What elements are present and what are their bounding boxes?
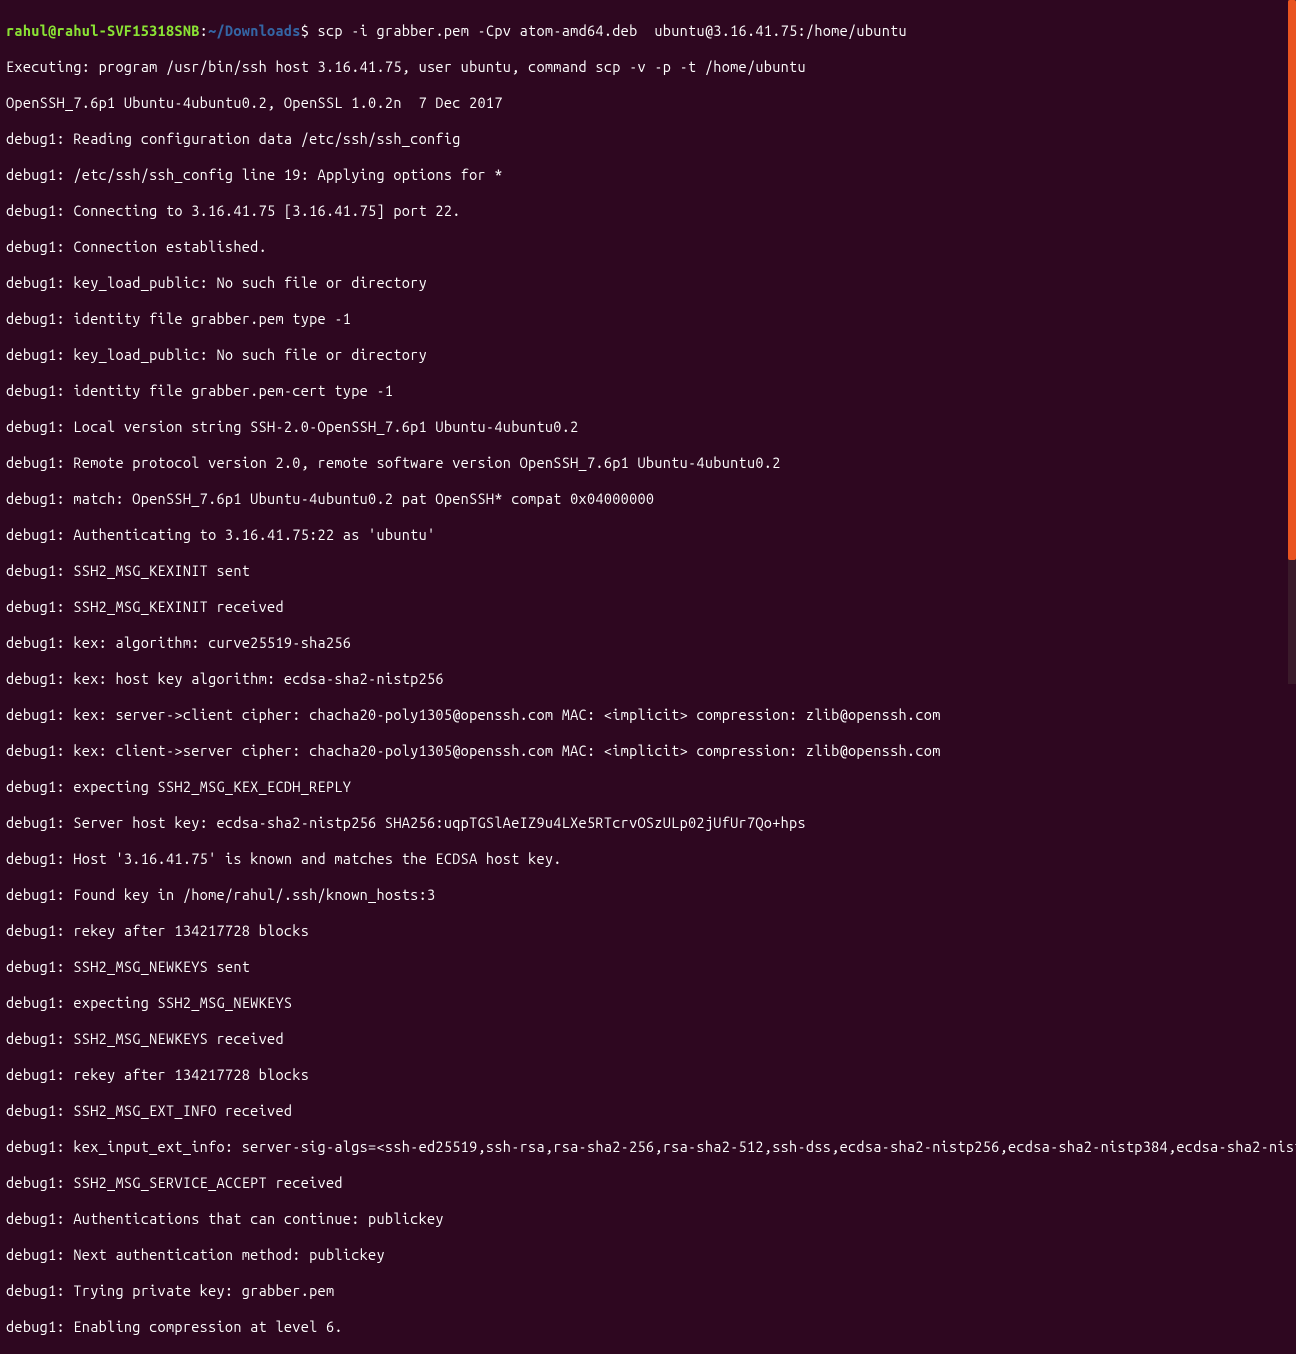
output-line: debug1: kex_input_ext_info: server-sig-a… — [6, 1138, 1290, 1156]
output-line: debug1: Connecting to 3.16.41.75 [3.16.4… — [6, 202, 1290, 220]
command-text: scp -i grabber.pem -Cpv atom-amd64.deb u… — [309, 22, 907, 39]
output-line: debug1: kex: algorithm: curve25519-sha25… — [6, 634, 1290, 652]
output-line: debug1: /etc/ssh/ssh_config line 19: App… — [6, 166, 1290, 184]
output-line: Executing: program /usr/bin/ssh host 3.1… — [6, 58, 1290, 76]
output-line: debug1: Found key in /home/rahul/.ssh/kn… — [6, 886, 1290, 904]
prompt-dollar: $ — [301, 22, 309, 39]
output-line: debug1: expecting SSH2_MSG_NEWKEYS — [6, 994, 1290, 1012]
output-line: debug1: Authentications that can continu… — [6, 1210, 1290, 1228]
output-line: debug1: Authenticating to 3.16.41.75:22 … — [6, 526, 1290, 544]
output-line: debug1: kex: server->client cipher: chac… — [6, 706, 1290, 724]
output-line: debug1: kex: client->server cipher: chac… — [6, 742, 1290, 760]
output-line: debug1: key_load_public: No such file or… — [6, 274, 1290, 292]
output-line: debug1: identity file grabber.pem type -… — [6, 310, 1290, 328]
output-line: OpenSSH_7.6p1 Ubuntu-4ubuntu0.2, OpenSSL… — [6, 94, 1290, 112]
output-line: debug1: kex: host key algorithm: ecdsa-s… — [6, 670, 1290, 688]
prompt-line: rahul@rahul-SVF15318SNB:~/Downloads$ scp… — [6, 22, 1290, 40]
output-line: debug1: SSH2_MSG_KEXINIT received — [6, 598, 1290, 616]
output-line: debug1: identity file grabber.pem-cert t… — [6, 382, 1290, 400]
output-line: debug1: SSH2_MSG_SERVICE_ACCEPT received — [6, 1174, 1290, 1192]
output-line: debug1: Trying private key: grabber.pem — [6, 1282, 1290, 1300]
scrollbar-track[interactable] — [1288, 0, 1296, 684]
output-line: debug1: Local version string SSH-2.0-Ope… — [6, 418, 1290, 436]
output-line: debug1: Connection established. — [6, 238, 1290, 256]
output-line: debug1: Next authentication method: publ… — [6, 1246, 1290, 1264]
output-line: debug1: SSH2_MSG_NEWKEYS received — [6, 1030, 1290, 1048]
output-line: debug1: Host '3.16.41.75' is known and m… — [6, 850, 1290, 868]
prompt-path-prefix: ~ — [208, 22, 216, 39]
output-line: debug1: expecting SSH2_MSG_KEX_ECDH_REPL… — [6, 778, 1290, 796]
prompt-user-host: rahul@rahul-SVF15318SNB — [6, 22, 200, 39]
prompt-separator: : — [200, 22, 208, 39]
output-line: debug1: Enabling compression at level 6. — [6, 1318, 1290, 1336]
output-line: debug1: match: OpenSSH_7.6p1 Ubuntu-4ubu… — [6, 490, 1290, 508]
output-line: debug1: SSH2_MSG_KEXINIT sent — [6, 562, 1290, 580]
output-line: debug1: SSH2_MSG_NEWKEYS sent — [6, 958, 1290, 976]
output-line: debug1: key_load_public: No such file or… — [6, 346, 1290, 364]
output-line: debug1: Server host key: ecdsa-sha2-nist… — [6, 814, 1290, 832]
output-line: debug1: rekey after 134217728 blocks — [6, 922, 1290, 940]
output-line: debug1: SSH2_MSG_EXT_INFO received — [6, 1102, 1290, 1120]
scrollbar-thumb[interactable] — [1288, 0, 1296, 560]
output-line: debug1: rekey after 134217728 blocks — [6, 1066, 1290, 1084]
output-line: debug1: Reading configuration data /etc/… — [6, 130, 1290, 148]
terminal-output[interactable]: rahul@rahul-SVF15318SNB:~/Downloads$ scp… — [6, 4, 1290, 1354]
output-line: debug1: Remote protocol version 2.0, rem… — [6, 454, 1290, 472]
prompt-path: /Downloads — [217, 22, 301, 39]
